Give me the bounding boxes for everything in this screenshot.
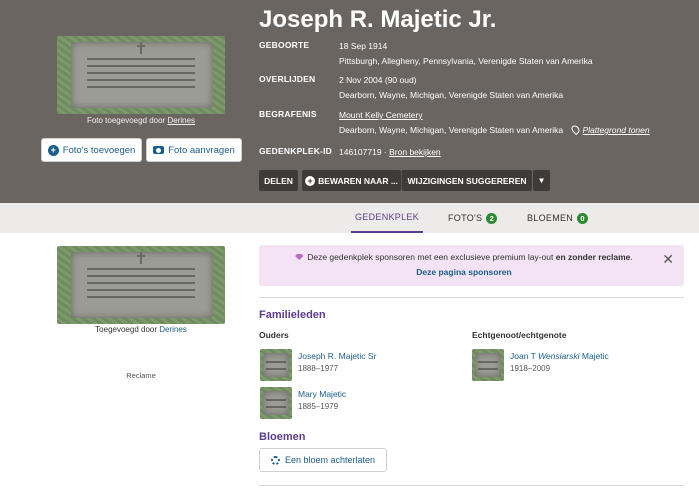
add-photos-button[interactable]: + Foto's toevoegen: [41, 138, 142, 162]
memorial-id-label: GEDENKPLEK-ID: [259, 146, 332, 156]
tab-memorial-label: GEDENKPLEK: [354, 212, 420, 222]
parents-heading: Ouders: [259, 330, 289, 340]
show-map-link[interactable]: Plattegrond tonen: [583, 125, 650, 135]
tab-flowers-label: BLOEMEN: [527, 213, 574, 223]
flower-icon: [270, 455, 280, 465]
suggest-edits-button[interactable]: WIJZIGINGEN SUGGEREREN: [401, 170, 532, 191]
tab-bar: GEDENKPLEK FOTO'S 2 BLOEMEN 0: [0, 203, 699, 233]
add-photos-label: Foto's toevoegen: [62, 144, 136, 156]
photo-caption: Foto toegevoegd door Derines: [57, 116, 225, 125]
more-actions-dropdown[interactable]: ▾: [533, 170, 550, 191]
save-to-button[interactable]: + BEWAREN NAAR ...: [302, 170, 401, 191]
memorial-id-value: 146107719: [339, 147, 382, 157]
family-member-mother[interactable]: Mary Majetic 1885–1979: [260, 387, 450, 419]
mother-dates: 1885–1979: [298, 402, 339, 411]
plus-circle-icon: +: [47, 144, 59, 156]
flowers-title: Bloemen: [259, 431, 306, 443]
camera-icon: [153, 146, 165, 154]
sidebar-contributor-link[interactable]: Derines: [159, 325, 187, 334]
request-photo-button[interactable]: Foto aanvragen: [146, 138, 242, 162]
map-pin-icon: [569, 123, 581, 136]
burial-label: BEGRAFENIS: [259, 109, 317, 119]
birth-label: GEBOORTE: [259, 40, 310, 50]
cemetery-link[interactable]: Mount Kelly Cemetery: [339, 110, 423, 120]
request-photo-label: Foto aanvragen: [168, 144, 235, 156]
death-label: OVERLIJDEN: [259, 74, 316, 84]
spouse-thumbnail: [472, 349, 504, 381]
family-member-spouse[interactable]: Joan T Wensiarski Majetic 1918–2009: [472, 349, 662, 381]
tab-photos[interactable]: FOTO'S 2: [448, 203, 498, 233]
share-button[interactable]: DELEN: [259, 170, 298, 191]
divider: [259, 297, 684, 298]
memorial-header: Foto toegevoegd door Derines + Foto's to…: [0, 0, 699, 203]
sponsor-page-link[interactable]: Deze pagina sponsoren: [259, 267, 669, 277]
photo-caption-prefix: Foto toegevoegd door: [86, 116, 166, 125]
death-place: Dearborn, Wayne, Michigan, Verenigde Sta…: [339, 90, 564, 100]
leave-flower-label: Een bloem achterlaten: [284, 455, 376, 465]
tab-flowers[interactable]: BLOEMEN 0: [527, 203, 589, 233]
flowers-count-badge: 0: [577, 212, 589, 224]
tab-memorial[interactable]: GEDENKPLEK: [351, 203, 423, 233]
spouse-name-link[interactable]: Joan T Wensiarski Majetic: [510, 351, 609, 361]
chevron-down-icon: ▾: [539, 175, 544, 185]
advertisement-label: Reclame: [126, 371, 156, 380]
father-name-link[interactable]: Joseph R. Majetic Sr: [298, 351, 376, 361]
family-title: Familieleden: [259, 309, 326, 321]
mother-thumbnail: [260, 387, 292, 419]
share-label: DELEN: [264, 175, 293, 186]
burial-place: Dearborn, Wayne, Michigan, Verenigde Sta…: [339, 125, 564, 135]
birth-date: 18 Sep 1914: [339, 41, 388, 51]
photo-contributor-link[interactable]: Derines: [167, 116, 195, 125]
plus-circle-icon: +: [305, 175, 316, 186]
sidebar-photo-caption: Toegevoegd door Derines: [57, 325, 225, 334]
memorial-name: Joseph R. Majetic Jr.: [259, 6, 497, 33]
close-icon[interactable]: ✕: [662, 252, 674, 266]
diamond-icon: [295, 254, 304, 260]
leave-flower-button[interactable]: Een bloem achterlaten: [259, 448, 387, 472]
suggest-edits-label: WIJZIGINGEN SUGGEREREN: [407, 175, 527, 186]
sponsor-message: Deze gedenkplek sponsoren met een exclus…: [259, 252, 669, 262]
tab-photos-label: FOTO'S: [448, 213, 483, 223]
sponsor-banner: Deze gedenkplek sponsoren met een exclus…: [259, 245, 684, 286]
spouse-heading: Echtgenoot/echtgenote: [472, 330, 567, 340]
mother-name-link[interactable]: Mary Majetic: [298, 389, 346, 399]
death-date: 2 Nov 2004 (90 oud): [339, 75, 417, 85]
sidebar-gravestone-photo[interactable]: [57, 246, 225, 324]
spouse-dates: 1918–2009: [510, 364, 551, 373]
family-member-father[interactable]: Joseph R. Majetic Sr 1888–1977: [260, 349, 450, 381]
father-dates: 1888–1977: [298, 364, 339, 373]
photos-count-badge: 2: [486, 212, 498, 224]
divider: [259, 485, 684, 486]
father-thumbnail: [260, 349, 292, 381]
sidebar-caption-prefix: Toegevoegd door: [95, 325, 157, 334]
save-to-label: BEWAREN NAAR ...: [318, 175, 398, 186]
gravestone-photo[interactable]: [57, 36, 225, 114]
id-separator: ·: [383, 147, 387, 157]
view-source-link[interactable]: Bron bekijken: [389, 147, 441, 157]
birth-place: Pittsburgh, Allegheny, Pennsylvania, Ver…: [339, 56, 593, 66]
